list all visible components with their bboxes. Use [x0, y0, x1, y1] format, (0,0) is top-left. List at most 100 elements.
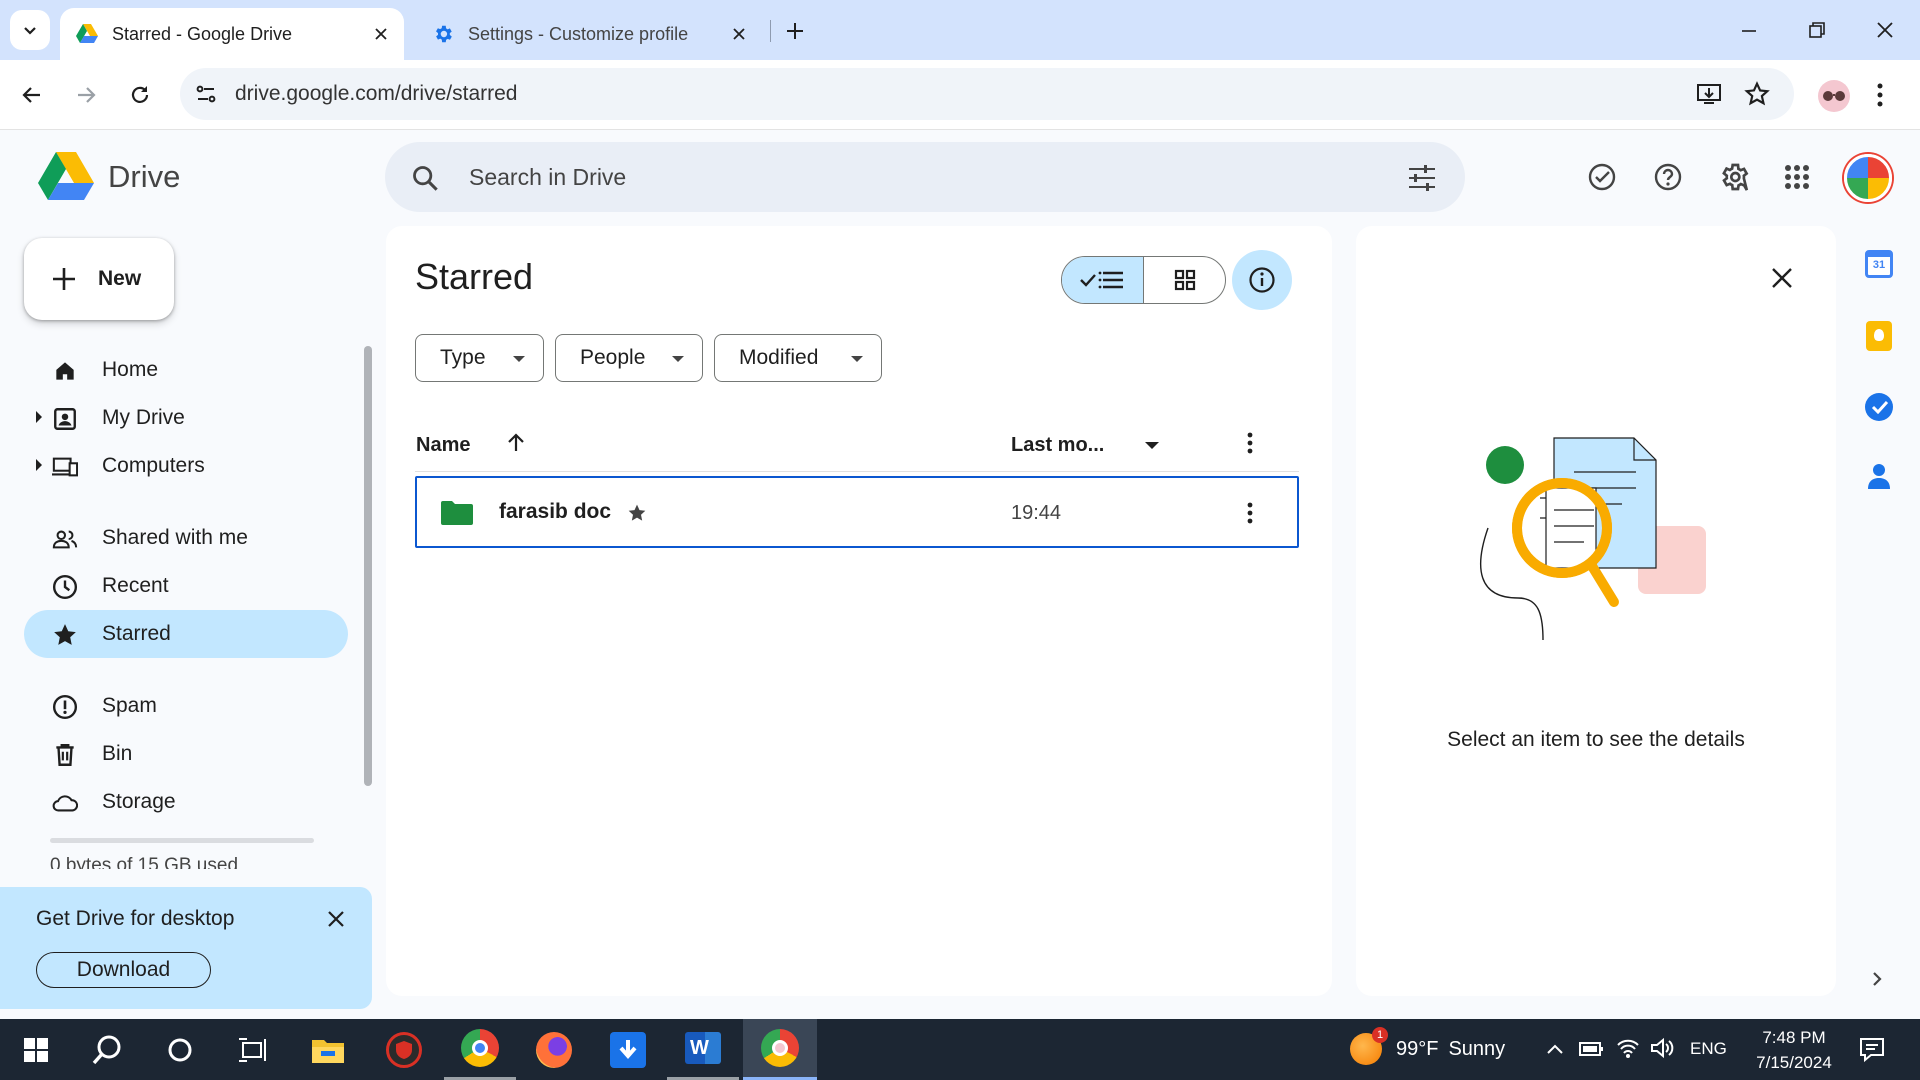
firefox-icon: [536, 1031, 572, 1068]
restore-icon[interactable]: [1808, 21, 1826, 39]
keep-app-icon[interactable]: [1866, 321, 1892, 351]
modified-filter-chip[interactable]: Modified: [714, 334, 882, 382]
file-more-options-icon[interactable]: [1247, 502, 1253, 524]
tray-overflow-chevron-icon[interactable]: [1546, 1042, 1564, 1056]
storage-bar: [50, 838, 314, 843]
address-bar[interactable]: drive.google.com/drive/starred: [180, 68, 1794, 120]
nav-spam[interactable]: Spam: [24, 682, 348, 730]
name-column-header[interactable]: Name: [416, 434, 470, 457]
browser-menu-icon[interactable]: [1876, 82, 1884, 108]
taskbar-search-button[interactable]: [72, 1019, 144, 1080]
reload-icon[interactable]: [128, 83, 152, 107]
nav-computers[interactable]: Computers: [24, 442, 348, 490]
offline-ready-icon[interactable]: [1587, 162, 1617, 192]
nav-recent[interactable]: Recent: [24, 562, 348, 610]
start-button[interactable]: [0, 1019, 72, 1080]
nav-storage[interactable]: Storage: [24, 778, 348, 826]
nav-scrollbar[interactable]: [364, 346, 372, 786]
close-promo-icon[interactable]: [326, 909, 346, 929]
expand-panel-chevron-icon[interactable]: [1870, 970, 1884, 988]
nav-home[interactable]: Home: [24, 346, 348, 394]
notifications-icon[interactable]: [1858, 1035, 1886, 1063]
cortana-button[interactable]: [144, 1019, 216, 1080]
weather-widget[interactable]: 1 99°F Sunny: [1350, 1027, 1505, 1069]
search-bar[interactable]: Search in Drive: [385, 142, 1465, 212]
language-indicator[interactable]: ENG: [1690, 1039, 1727, 1059]
task-view-button[interactable]: [216, 1019, 288, 1080]
nav-starred[interactable]: Starred: [24, 610, 348, 658]
help-icon[interactable]: [1653, 162, 1683, 192]
sort-ascending-arrow-icon[interactable]: [505, 432, 527, 454]
volume-icon[interactable]: [1650, 1037, 1674, 1059]
trash-icon: [56, 744, 74, 766]
app-red-shield[interactable]: [368, 1019, 440, 1080]
search-icon[interactable]: [411, 164, 439, 192]
firefox-app[interactable]: [518, 1019, 590, 1080]
nav-spam-label: Spam: [102, 694, 157, 717]
promo-title: Get Drive for desktop: [36, 907, 235, 930]
tab-settings-profile[interactable]: Settings - Customize profile: [416, 8, 762, 60]
download-button-label: Download: [76, 958, 171, 981]
apps-grid-icon[interactable]: [1784, 164, 1810, 190]
dropdown-arrow-icon[interactable]: [1145, 442, 1159, 449]
install-app-icon[interactable]: [1696, 81, 1722, 107]
contacts-app-icon[interactable]: [1868, 461, 1890, 491]
modified-filter-label: Modified: [739, 346, 819, 369]
chrome-profile-app[interactable]: [444, 1019, 516, 1080]
wifi-icon[interactable]: [1616, 1037, 1640, 1059]
nav-my-drive[interactable]: My Drive: [24, 394, 348, 442]
settings-gear-icon[interactable]: [1718, 161, 1750, 193]
close-tab-icon[interactable]: [374, 27, 388, 41]
desktop-promo-card: Get Drive for desktop Download: [0, 887, 372, 1009]
word-app[interactable]: W: [667, 1019, 739, 1080]
new-button[interactable]: New: [24, 238, 174, 320]
clock[interactable]: 7:48 PM 7/15/2024: [1736, 1025, 1852, 1075]
search-input[interactable]: Search in Drive: [469, 164, 626, 191]
document-magnifier-illustration: [1480, 437, 1706, 641]
tasks-app-icon[interactable]: [1865, 393, 1893, 421]
new-tab-icon[interactable]: [784, 20, 806, 42]
nav-starred-label: Starred: [102, 622, 171, 645]
drive-logo-icon: [38, 152, 94, 200]
file-modified: 19:44: [1011, 502, 1062, 524]
back-arrow-icon[interactable]: [20, 83, 44, 107]
last-modified-column-header[interactable]: Last mo...: [1011, 434, 1104, 457]
tab-search-button[interactable]: [10, 10, 50, 50]
search-options-icon[interactable]: [1407, 164, 1437, 192]
download-manager-app[interactable]: [592, 1019, 664, 1080]
download-button[interactable]: Download: [36, 952, 211, 988]
minimize-icon[interactable]: [1740, 22, 1758, 40]
nav-shared-with-me[interactable]: Shared with me: [24, 514, 348, 562]
expand-caret-icon[interactable]: [36, 411, 42, 423]
tab-title: Starred - Google Drive: [112, 23, 293, 44]
tab-separator: [770, 20, 771, 42]
people-filter-chip[interactable]: People: [555, 334, 703, 382]
drive-logo[interactable]: Drive: [38, 152, 180, 202]
list-view-button[interactable]: [1062, 257, 1144, 303]
file-explorer-app[interactable]: [292, 1019, 364, 1080]
close-window-icon[interactable]: [1876, 21, 1894, 39]
nav-bin[interactable]: Bin: [24, 730, 348, 778]
tab-starred-drive[interactable]: Starred - Google Drive: [60, 8, 404, 60]
more-options-icon[interactable]: [1247, 432, 1253, 454]
forward-arrow-icon[interactable]: [74, 83, 98, 107]
account-avatar[interactable]: [1844, 154, 1892, 202]
type-filter-chip[interactable]: Type: [415, 334, 544, 382]
cloud-icon: [52, 795, 78, 812]
site-info-icon[interactable]: [194, 82, 218, 106]
grid-view-button[interactable]: [1144, 257, 1225, 303]
details-toggle-button[interactable]: [1232, 250, 1292, 310]
bookmark-star-icon[interactable]: [1744, 81, 1770, 107]
close-details-icon[interactable]: [1770, 266, 1794, 290]
expand-caret-icon[interactable]: [36, 459, 42, 471]
close-tab-icon[interactable]: [732, 27, 746, 41]
battery-icon[interactable]: [1578, 1040, 1604, 1058]
side-panel: 31: [1840, 226, 1920, 996]
chrome-active-app[interactable]: [743, 1019, 817, 1080]
word-icon: W: [685, 1032, 721, 1064]
profile-avatar-button[interactable]: [1818, 80, 1850, 112]
file-row[interactable]: farasib doc 19:44: [415, 476, 1299, 548]
chrome-icon: [761, 1029, 799, 1067]
nav-recent-label: Recent: [102, 574, 169, 597]
calendar-app-icon[interactable]: 31: [1865, 250, 1893, 278]
